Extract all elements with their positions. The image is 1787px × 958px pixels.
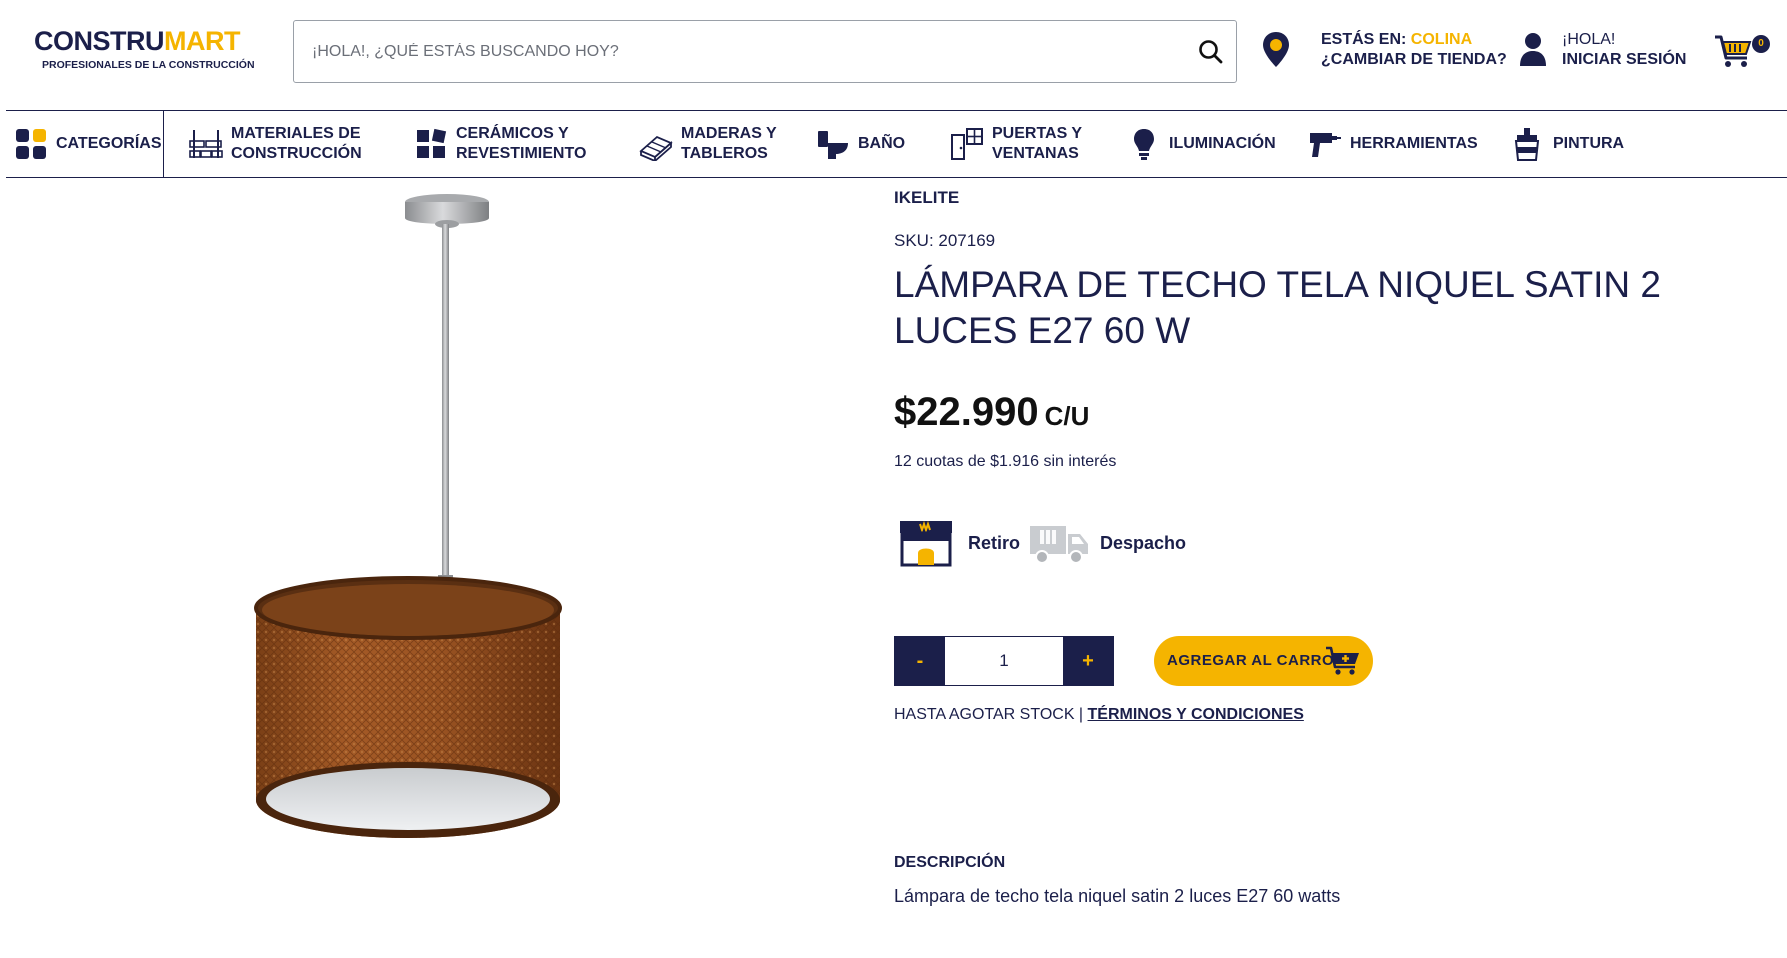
location-pin-icon	[1261, 30, 1291, 70]
product-title: LÁMPARA DE TECHO TELA NIQUEL SATIN 2 LUC…	[894, 264, 1661, 351]
delivery-truck-icon	[1030, 526, 1088, 564]
nav-item-label: PUERTAS Y VENTANAS	[992, 125, 1083, 162]
installments-info: 12 cuotas de $1.916 sin interés	[894, 453, 1117, 470]
categories-grid-icon	[16, 129, 46, 159]
door-window-icon	[951, 128, 983, 160]
nav-item-herramientas[interactable]: HERRAMIENTAS	[1308, 111, 1478, 177]
quantity-increase-button[interactable]: +	[1063, 637, 1113, 685]
tiles-icon	[417, 128, 447, 158]
nav-item-label: HERRAMIENTAS	[1350, 135, 1478, 152]
product-brand[interactable]: IKELITE	[894, 188, 959, 208]
toilet-icon	[818, 131, 848, 159]
quantity-stepper: - +	[894, 636, 1114, 686]
nav-item-label: MADERAS Y TABLEROS	[681, 125, 777, 162]
cart-count-badge: 0	[1752, 35, 1770, 53]
logo-wordmark: CONSTRUMART	[34, 26, 240, 56]
nav-item-ceramicos[interactable]: CERÁMICOS Y REVESTIMIENTO	[414, 111, 586, 177]
stock-note: HASTA AGOTAR STOCK |	[894, 706, 1088, 723]
add-to-cart-button[interactable]: AGREGAR AL CARRO	[1154, 636, 1373, 686]
store-city: COLINA	[1410, 31, 1473, 48]
quantity-decrease-button[interactable]: -	[895, 637, 945, 685]
login-label: INICIAR SESIÓN	[1562, 51, 1687, 68]
login-greeting: ¡HOLA!	[1562, 31, 1616, 48]
nav-item-iluminacion[interactable]: ILUMINACIÓN	[1127, 111, 1276, 177]
shopping-cart-icon	[1715, 35, 1752, 67]
store-text: ESTÁS EN: COLINA ¿CAMBIAR DE TIENDA?	[1321, 30, 1511, 70]
search-icon[interactable]	[1196, 37, 1226, 67]
change-store-link[interactable]: ¿CAMBIAR DE TIENDA?	[1321, 50, 1511, 70]
stock-notice: HASTA AGOTAR STOCK | TÉRMINOS Y CONDICIO…	[894, 706, 1304, 724]
price-unit: C/U	[1044, 401, 1090, 431]
user-icon	[1518, 30, 1548, 70]
product-image[interactable]	[70, 180, 830, 940]
product-sku: SKU: 207169	[894, 231, 996, 250]
current-store: ESTÁS EN: COLINA	[1321, 31, 1473, 48]
drill-icon	[1310, 133, 1341, 157]
nav-item-puertas[interactable]: PUERTAS Y VENTANAS	[950, 111, 1082, 177]
product-price: $22.990 C/U	[894, 390, 1089, 435]
nav-categories[interactable]: CATEGORÍAS	[14, 111, 164, 177]
pickup-option[interactable]: Retiro	[898, 518, 1020, 568]
logo-tagline: PROFESIONALES DE LA CONSTRUCCIÓN	[42, 59, 255, 71]
wood-boards-icon	[639, 135, 673, 161]
nav-item-bano[interactable]: BAÑO	[816, 111, 905, 177]
delivery-options: Retiro Despacho	[898, 518, 1228, 568]
price-amount: $22.990	[894, 390, 1039, 434]
description-text: Lámpara de techo tela niquel satin 2 luc…	[894, 886, 1341, 906]
terms-link[interactable]: TÉRMINOS Y CONDICIONES	[1088, 706, 1304, 723]
cart-button[interactable]: 0	[1714, 32, 1770, 72]
construction-materials-icon	[189, 130, 223, 158]
quantity-input[interactable]	[945, 637, 1063, 685]
shipping-option[interactable]: Despacho	[1028, 518, 1186, 568]
login-text: ¡HOLA! INICIAR SESIÓN	[1562, 30, 1702, 70]
search-input[interactable]	[312, 21, 1172, 82]
site-header: CONSTRUMART PROFESIONALES DE LA CONSTRUC…	[0, 0, 1787, 110]
nav-item-maderas[interactable]: MADERAS Y TABLEROS	[639, 111, 777, 177]
lightbulb-icon	[1134, 129, 1154, 160]
nav-item-label: PINTURA	[1553, 135, 1625, 152]
nav-item-label: CERÁMICOS Y REVESTIMIENTO	[456, 125, 587, 162]
nav-item-materiales[interactable]: MATERIALES DE CONSTRUCCIÓN	[189, 111, 362, 177]
search-bar	[293, 20, 1237, 83]
logo[interactable]: CONSTRUMART PROFESIONALES DE LA CONSTRUC…	[34, 26, 255, 71]
nav-categories-label: CATEGORÍAS	[56, 135, 162, 152]
nav-item-label: MATERIALES DE CONSTRUCCIÓN	[231, 125, 362, 162]
shipping-label: Despacho	[1100, 532, 1187, 553]
category-nav: CATEGORÍAS MATERIALES DE CONSTRUCCIÓN CER…	[6, 110, 1787, 178]
description-heading: DESCRIPCIÓN	[894, 854, 1006, 871]
nav-item-label: ILUMINACIÓN	[1169, 135, 1276, 152]
add-to-cart-icon	[1326, 646, 1359, 675]
add-to-cart-label: AGREGAR AL CARRO	[1167, 652, 1335, 669]
paint-can-icon	[1514, 128, 1540, 161]
store-pickup-icon	[900, 520, 952, 567]
pendant-lamp-image	[254, 194, 562, 838]
nav-item-pintura[interactable]: PINTURA	[1511, 111, 1624, 177]
pickup-label: Retiro	[968, 532, 1021, 553]
nav-item-label: BAÑO	[858, 135, 906, 152]
